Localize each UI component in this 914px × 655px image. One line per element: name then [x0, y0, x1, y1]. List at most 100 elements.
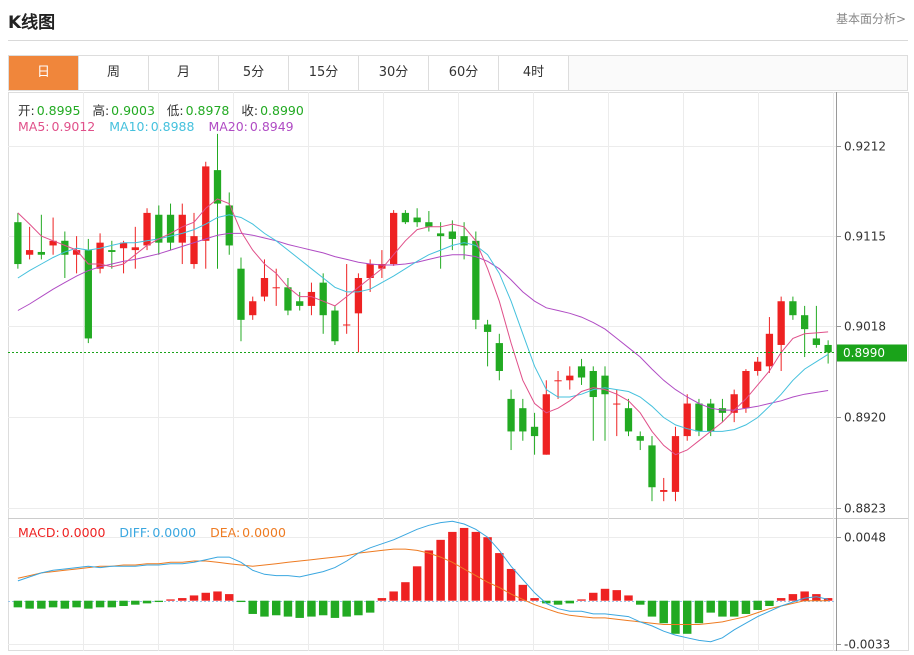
candle-down: [460, 236, 468, 246]
macd-bar-positive: [225, 594, 234, 601]
macd-bar-positive: [483, 537, 492, 601]
candle-down: [530, 426, 539, 437]
macd-bar-positive: [401, 582, 410, 601]
last-price-label: 0.8990: [843, 346, 885, 360]
close-value: 0.8990: [260, 103, 304, 118]
candle-down: [601, 375, 609, 395]
macd-bar-negative: [37, 600, 46, 609]
candle-up: [272, 287, 280, 289]
macd-bar-negative: [659, 600, 668, 624]
macd-bar-positive: [389, 591, 398, 601]
macd-bar-negative: [330, 600, 340, 618]
macd-bar-positive: [166, 599, 175, 601]
macd-bar-negative: [131, 600, 140, 605]
macd-bar-negative: [342, 600, 351, 617]
candle-down: [413, 217, 421, 223]
open-value: 0.8995: [36, 103, 81, 118]
ma10-value: 0.8988: [150, 119, 195, 134]
candle-up: [765, 333, 774, 367]
ma-info: MA5: 0.9012 MA10: 0.8988 MA20: 0.8949: [18, 119, 296, 134]
macd-bar-positive: [178, 598, 187, 601]
macd-info: MACD: 0.0000 DIFF: 0.0000 DEA: 0.0000: [18, 525, 288, 540]
candle-up: [354, 277, 363, 314]
diff-label: DIFF:: [119, 525, 151, 540]
kline-chart[interactable]: 0.9212 0.9115 0.9018 0.8920 0.8823 0.0048 -0.0…: [0, 0, 914, 655]
macd-bar-negative: [236, 600, 246, 603]
candle-down: [812, 338, 821, 345]
macd-bar-positive: [189, 595, 199, 601]
candle-up: [660, 490, 668, 492]
ma5-value: 0.9012: [51, 119, 96, 134]
candle-up: [190, 236, 198, 265]
candle-down: [472, 240, 480, 320]
y-tick-label: 0.8920: [844, 411, 886, 425]
candle-up: [613, 403, 621, 405]
macd-value: 0.0000: [61, 525, 106, 540]
macd-bar-negative: [765, 600, 774, 607]
macd-bar-positive: [788, 594, 798, 601]
macd-bar-positive: [412, 566, 422, 601]
low-label: 低:: [166, 103, 184, 118]
macd-bar-negative: [354, 600, 363, 616]
dea-label: DEA:: [210, 525, 241, 540]
macd-bar-negative: [636, 600, 645, 605]
candle-up: [742, 370, 750, 409]
y-tick-label: 0.9212: [844, 140, 886, 154]
candle-down: [519, 408, 527, 432]
macd-bar-negative: [706, 600, 715, 613]
macd-bar-negative: [107, 600, 117, 608]
candle-up: [343, 324, 351, 326]
macd-bar-negative: [283, 600, 293, 617]
macd-bar-positive: [495, 553, 504, 601]
candle-down: [483, 324, 492, 332]
candle-up: [260, 277, 269, 297]
candle-up: [566, 375, 574, 381]
ma10-line: [17, 214, 829, 432]
candle-up: [202, 166, 210, 241]
macd-bar-negative: [60, 600, 70, 609]
macd-bar-positive: [424, 550, 434, 601]
macd-bar-negative: [694, 600, 704, 624]
candle-down: [14, 222, 22, 265]
candle-up: [754, 361, 762, 371]
macd-bar-negative: [95, 600, 105, 608]
candle-down: [507, 398, 515, 432]
macd-bar-negative: [271, 600, 281, 616]
macd-bar-positive: [600, 588, 610, 601]
candle-down: [577, 366, 586, 378]
macd-bar-positive: [436, 539, 445, 601]
candle-down: [237, 268, 245, 320]
candle-up: [683, 403, 691, 437]
macd-bar-negative: [718, 600, 727, 617]
high-label: 高:: [92, 103, 110, 118]
ma20-value: 0.8949: [249, 119, 294, 134]
macd-bar-negative: [72, 600, 81, 608]
macd-bar-positive: [776, 598, 786, 601]
ma20-label: MA20:: [208, 119, 248, 134]
close-label: 收:: [241, 103, 259, 118]
candle-up: [307, 291, 316, 306]
candle-down: [624, 408, 633, 432]
candle-down: [636, 436, 644, 441]
macd-bar-negative: [553, 600, 563, 605]
macd-bar-negative: [307, 600, 316, 617]
candle-down: [225, 205, 233, 246]
macd-tick-label: -0.0033: [844, 638, 890, 652]
candle-down: [401, 212, 410, 223]
macd-bar-positive: [577, 599, 586, 601]
y-tick-label: 0.9115: [844, 230, 886, 244]
candle-up: [25, 250, 34, 255]
high-value: 0.9003: [111, 103, 155, 118]
candle-down: [801, 315, 809, 330]
macd-bar-negative: [154, 600, 164, 603]
macd-bar-positive: [612, 590, 621, 601]
candle-up: [777, 301, 785, 345]
macd-bar-positive: [589, 592, 598, 601]
macd-label: MACD:: [18, 525, 60, 540]
ma5-label: MA5:: [18, 119, 50, 134]
candle-down: [648, 445, 656, 488]
candle-up: [131, 247, 139, 251]
ma20-line: [17, 232, 829, 411]
low-value: 0.8978: [185, 103, 230, 118]
macd-bar-positive: [624, 595, 633, 601]
